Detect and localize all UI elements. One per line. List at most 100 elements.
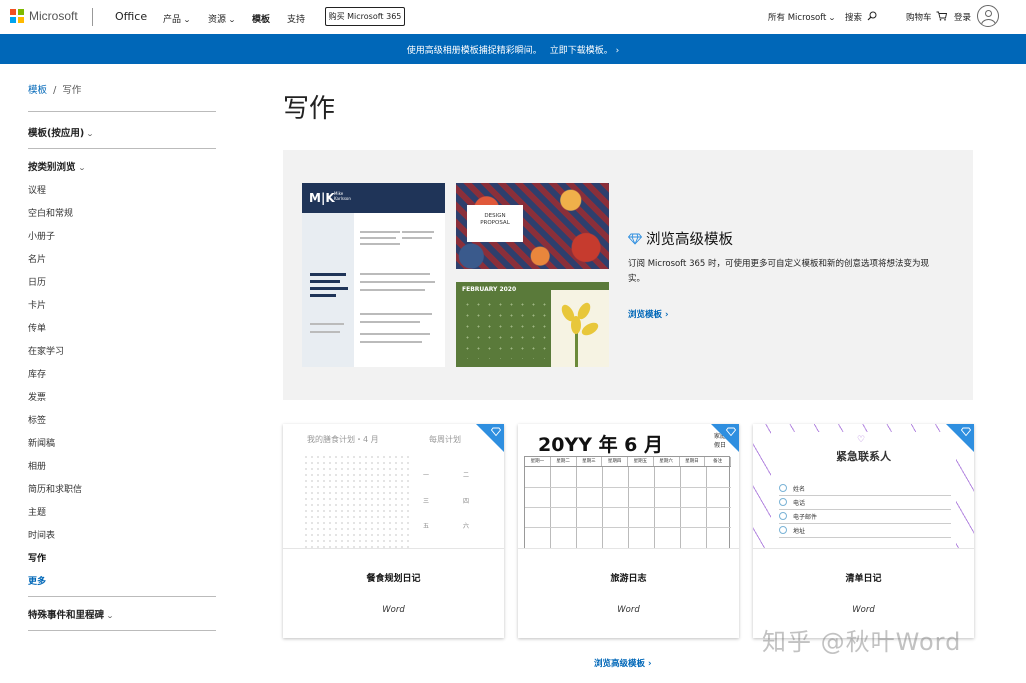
- skill-bar: [310, 294, 336, 297]
- skill-bar: [310, 280, 340, 283]
- weekday-header: 星期一: [525, 457, 551, 466]
- grid-line: [680, 467, 681, 548]
- text-line: [360, 243, 400, 245]
- breadcrumb-templates[interactable]: 模板: [28, 85, 47, 96]
- browse-premium-templates-link[interactable]: 浏览高级模板 ›: [594, 657, 652, 669]
- divider: [28, 630, 216, 631]
- category-resumes[interactable]: 简历和求职信: [28, 482, 82, 495]
- chevron-right-icon: ›: [664, 310, 669, 320]
- category-photo-albums[interactable]: 相册: [28, 459, 46, 472]
- text-line: [360, 281, 435, 283]
- field-label: 电话: [793, 500, 806, 507]
- category-learn-at-home[interactable]: 在家学习: [28, 344, 64, 357]
- contact-sheet: ♡ 紧急联系人 姓名 电话 电子邮件 地址: [771, 432, 956, 548]
- category-inventories[interactable]: 库存: [28, 367, 46, 380]
- weekday-header: 星期六: [654, 457, 680, 466]
- planner-table: 星期一 星期二 星期三 星期四 星期五 星期六 星期日 备注: [524, 456, 731, 548]
- all-microsoft-menu[interactable]: 所有 Microsoft ⌄: [768, 11, 837, 23]
- nav-templates[interactable]: 模板: [252, 12, 270, 25]
- category-cards[interactable]: 卡片: [28, 298, 46, 311]
- category-writing[interactable]: 写作: [28, 551, 46, 564]
- home-icon: [779, 526, 787, 534]
- signin-link[interactable]: 登录: [954, 11, 971, 23]
- diamond-icon: [726, 427, 736, 436]
- nav-resources[interactable]: 资源 ⌄: [208, 12, 236, 25]
- grid-line: [525, 527, 731, 528]
- chevron-right-icon: ›: [647, 659, 652, 669]
- divider: [28, 596, 216, 597]
- chevron-down-icon: ⌄: [828, 14, 837, 22]
- category-brochures[interactable]: 小册子: [28, 229, 55, 242]
- resume-preview-image[interactable]: M|K Mike Karlsson: [302, 183, 445, 367]
- cart-button[interactable]: 购物车: [906, 11, 948, 23]
- search-button[interactable]: 搜索: [845, 11, 877, 23]
- weekday-label: 五: [423, 523, 430, 530]
- nav-support[interactable]: 支持: [287, 12, 305, 25]
- diamond-icon: [961, 427, 971, 436]
- card-app: Word: [382, 605, 405, 615]
- field-line: [779, 509, 951, 510]
- browse-by-category-toggle[interactable]: 按类别浏览 ⌄: [28, 159, 86, 173]
- buy-microsoft-365-button[interactable]: 购买 Microsoft 365: [325, 7, 405, 26]
- breadcrumb: 模板 / 写作: [28, 82, 81, 96]
- grid-line: [576, 467, 577, 548]
- category-calendars[interactable]: 日历: [28, 275, 46, 288]
- cart-icon: [936, 11, 948, 21]
- nav-products[interactable]: 产品 ⌄: [163, 12, 192, 25]
- weekday-label: 四: [463, 498, 470, 505]
- category-blank-general[interactable]: 空白和常规: [28, 206, 73, 219]
- card-title: 清单日记: [845, 574, 882, 584]
- category-business-cards[interactable]: 名片: [28, 252, 46, 265]
- template-card-travel-journal[interactable]: 20YY 年 6 月 家庭 假日 星期一 星期二 星期三 星期四 星期五 星期六…: [518, 424, 739, 638]
- banner-download-link[interactable]: 立即下载模板。 ›: [550, 43, 620, 56]
- weekday-header: 星期四: [602, 457, 628, 466]
- template-card-list-journal[interactable]: ♡ 紧急联系人 姓名 电话 电子邮件 地址 清单日记 Word: [753, 424, 974, 638]
- category-flyers[interactable]: 传单: [28, 321, 46, 334]
- text-line: [310, 323, 344, 325]
- diamond-icon: [491, 427, 501, 436]
- flower-petal: [579, 320, 601, 338]
- chevron-down-icon: ⌄: [86, 130, 95, 138]
- template-card-meal-planner[interactable]: 我的膳食计划・4 月 每周计划 一 二 三 四 五 六 餐食规划日记 Word: [283, 424, 504, 638]
- office-brand-link[interactable]: Office: [115, 10, 147, 23]
- chevron-down-icon: ⌄: [105, 612, 115, 620]
- skill-bar: [310, 287, 348, 290]
- grid-line: [628, 467, 629, 548]
- chevron-down-icon: ⌄: [182, 16, 192, 24]
- grid-line: [654, 467, 655, 548]
- thumbnail-title: 我的膳食计划・4 月: [307, 435, 379, 444]
- templates-by-app-toggle[interactable]: 模板(按应用) ⌄: [28, 125, 95, 139]
- promo-title: 浏览高级模板: [628, 228, 733, 249]
- field-label: 电子邮件: [793, 514, 818, 521]
- weekday-header: 星期五: [628, 457, 654, 466]
- calendar-grid: [462, 299, 552, 359]
- calendar-month: FEBRUARY 2020: [462, 286, 517, 293]
- user-icon-body: [981, 19, 996, 26]
- weekday-header: 星期二: [551, 457, 577, 466]
- calendar-preview-image[interactable]: FEBRUARY 2020: [456, 282, 609, 367]
- text-line: [360, 341, 422, 343]
- text-line: [360, 313, 432, 315]
- category-labels[interactable]: 标签: [28, 413, 46, 426]
- field-line: [779, 495, 951, 496]
- microsoft-logo[interactable]: Microsoft: [10, 9, 78, 23]
- category-timelines[interactable]: 时间表: [28, 528, 55, 541]
- category-themes[interactable]: 主题: [28, 505, 46, 518]
- grid-line: [602, 467, 603, 548]
- category-newsletters[interactable]: 新闻稿: [28, 436, 55, 449]
- design-proposal-preview-image[interactable]: DESIGN PROPOSAL: [456, 183, 609, 269]
- dot-grid: [303, 454, 411, 548]
- category-agenda[interactable]: 议程: [28, 183, 46, 196]
- watermark: 知乎 @秋叶Word: [762, 628, 962, 656]
- category-invoices[interactable]: 发票: [28, 390, 46, 403]
- avatar[interactable]: [977, 5, 999, 27]
- page-title: 写作: [283, 94, 336, 124]
- resume-left-column: [302, 213, 354, 367]
- promo-description: 订阅 Microsoft 365 时，可使用更多可自定义模板和新的创意选项将想法…: [628, 259, 930, 284]
- category-more-link[interactable]: 更多: [28, 574, 46, 587]
- browse-templates-link[interactable]: 浏览模板 ›: [628, 308, 669, 320]
- special-events-toggle[interactable]: 特殊事件和里程碑 ⌄: [28, 607, 115, 621]
- weekday-label: 六: [463, 523, 470, 530]
- logo-text: Microsoft: [29, 9, 78, 23]
- field-line: [779, 523, 951, 524]
